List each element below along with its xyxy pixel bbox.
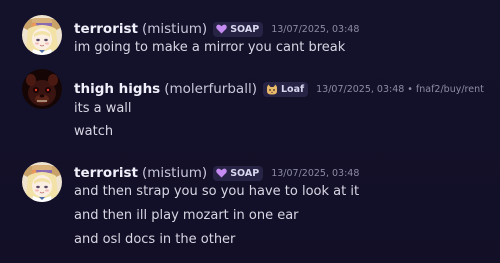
timestamp[interactable]: 13/07/2025, 03:48 <box>316 84 404 95</box>
anime-girl-avatar-icon <box>22 162 62 202</box>
timestamp[interactable]: 13/07/2025, 03:48 <box>271 168 359 179</box>
user-handle: (mistium) <box>141 165 208 181</box>
guild-tag-label: SOAP <box>230 23 260 35</box>
status-text: • fnaf2/buy/rent <box>407 83 484 95</box>
cat-icon <box>266 84 278 95</box>
username[interactable]: terrorist <box>74 21 138 37</box>
user-handle: (molerfurball) <box>164 81 257 97</box>
anime-girl-avatar-icon <box>22 15 62 55</box>
guild-tag[interactable]: SOAP <box>213 165 264 181</box>
avatar[interactable] <box>22 69 62 109</box>
username[interactable]: thigh highs <box>74 81 160 97</box>
heart-icon <box>216 168 227 178</box>
avatar[interactable] <box>22 162 62 202</box>
heart-icon <box>216 24 227 34</box>
message-text: and then ill play mozart in one ear <box>74 208 299 223</box>
message-text: im going to make a mirror you cant break <box>74 40 346 55</box>
avatar[interactable] <box>22 15 62 55</box>
message-text: and osl docs in the other <box>74 232 236 247</box>
message-text: and then strap you so you have to look a… <box>74 184 360 199</box>
guild-tag-label: SOAP <box>230 167 260 179</box>
message-text: watch <box>74 124 114 139</box>
timestamp[interactable]: 13/07/2025, 03:48 <box>271 24 359 35</box>
guild-tag[interactable]: Loaf <box>262 81 309 97</box>
guild-tag[interactable]: SOAP <box>213 21 264 37</box>
guild-tag-label: Loaf <box>280 83 305 95</box>
username[interactable]: terrorist <box>74 165 138 181</box>
message-text: its a wall <box>74 101 132 116</box>
message-list: terrorist (mistium) SOAP 13/07/2025, 03:… <box>0 0 500 263</box>
animatronic-avatar-icon <box>22 69 62 109</box>
user-handle: (mistium) <box>141 21 208 37</box>
